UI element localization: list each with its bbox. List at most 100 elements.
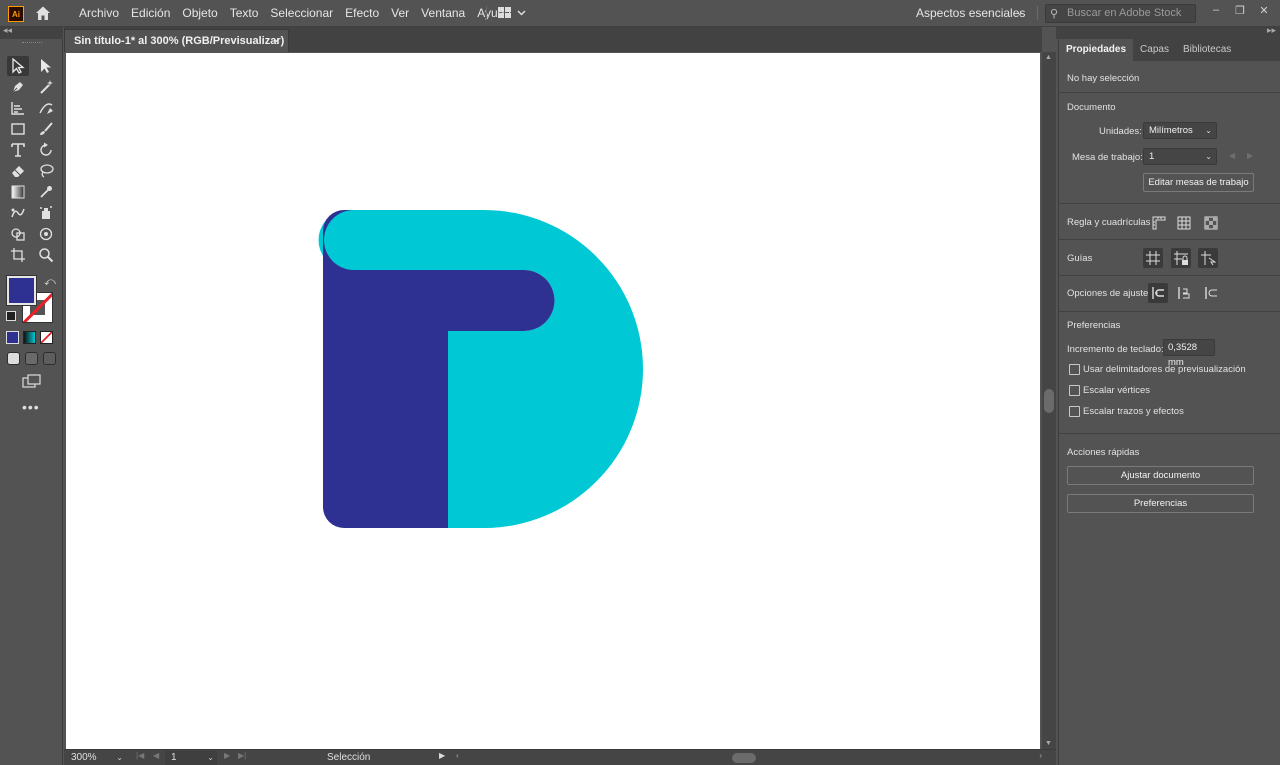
next-artboard-icon[interactable]: ▶ (1247, 151, 1253, 160)
scroll-down-icon[interactable]: ▼ (1045, 740, 1052, 747)
snap-to-pixel-toggle[interactable] (1174, 283, 1194, 303)
menu-ventana[interactable]: Ventana (415, 0, 471, 26)
tab-properties[interactable]: Propiedades (1059, 39, 1134, 61)
document-tab[interactable]: Sin título-1* al 300% (RGB/Previsualizar… (64, 29, 289, 52)
units-select[interactable]: Milímetros ⌄ (1143, 122, 1217, 139)
menu-archivo[interactable]: Archivo (73, 0, 125, 26)
symbol-sprayer-tool[interactable] (35, 203, 57, 223)
snap-to-point-toggle[interactable] (1148, 283, 1168, 303)
artboard[interactable] (66, 53, 1040, 749)
status-menu-icon[interactable]: ▶ (439, 751, 445, 760)
edit-artboards-button[interactable]: Editar mesas de trabajo (1143, 173, 1254, 192)
grid-toggle[interactable] (1174, 213, 1194, 233)
scroll-right-icon[interactable]: › (1039, 751, 1042, 760)
artboard-tool[interactable] (7, 245, 29, 265)
menu-texto[interactable]: Texto (224, 0, 265, 26)
collapse-arrows-icon[interactable]: ▸▸ (1267, 25, 1276, 36)
eyedropper-tool[interactable] (35, 182, 57, 202)
rulers-toggle[interactable] (1149, 213, 1169, 233)
scroll-thumb[interactable] (732, 753, 756, 763)
artboard-select[interactable]: 1 ⌄ (165, 751, 217, 765)
screen-mode-icon[interactable] (22, 374, 42, 388)
stock-search-input[interactable]: ⚲ Buscar en Adobe Stock (1045, 4, 1196, 23)
canvas-area[interactable] (64, 52, 1042, 749)
home-icon[interactable] (34, 4, 52, 22)
draw-behind-icon[interactable] (25, 352, 38, 365)
tab-libraries[interactable]: Bibliotecas (1176, 39, 1238, 61)
draw-normal-icon[interactable] (7, 352, 20, 365)
menu-seleccionar[interactable]: Seleccionar (264, 0, 339, 26)
next-artboard-icon[interactable]: ▶ (224, 751, 230, 760)
horizontal-scrollbar[interactable]: ‹ › (456, 751, 1042, 764)
ruler-icon (1152, 216, 1166, 230)
menu-objeto[interactable]: Objeto (176, 0, 223, 26)
snap-to-grid-toggle[interactable] (1201, 283, 1221, 303)
prev-artboard-icon[interactable]: ◀ (153, 751, 159, 760)
preferences-button[interactable]: Preferencias (1067, 494, 1254, 513)
keyboard-increment-input[interactable]: 0,3528 mm (1163, 339, 1215, 368)
type-on-path-tool[interactable] (7, 98, 29, 118)
rotate-tool[interactable] (35, 140, 57, 160)
fit-document-button[interactable]: Ajustar documento (1067, 466, 1254, 485)
workspace-switcher[interactable]: Aspectos esenciales ⌄ (910, 4, 1030, 22)
blend-icon (11, 208, 25, 218)
transparency-grid-toggle[interactable] (1201, 213, 1221, 233)
transparency-grid-icon (1204, 216, 1218, 230)
swap-fill-stroke-icon[interactable]: ⤺ (44, 276, 56, 289)
gradient-mode-icon[interactable] (23, 331, 36, 344)
menu-efecto[interactable]: Efecto (339, 0, 385, 26)
vertical-scrollbar[interactable]: ▲ ▼ (1042, 52, 1056, 749)
live-paint-tool[interactable] (35, 224, 57, 244)
color-mode-icon[interactable] (6, 331, 19, 344)
scroll-thumb[interactable] (1044, 389, 1054, 413)
type-tool[interactable] (7, 140, 29, 160)
curvature-tool[interactable] (35, 98, 57, 118)
direct-selection-tool[interactable] (35, 56, 57, 76)
close-button[interactable]: ✕ (1252, 0, 1276, 20)
draw-inside-icon[interactable] (43, 352, 56, 365)
scroll-up-icon[interactable]: ▲ (1045, 54, 1052, 61)
menu-ver[interactable]: Ver (385, 0, 415, 26)
paintbrush-tool[interactable] (35, 119, 57, 139)
rectangle-tool[interactable] (7, 119, 29, 139)
first-artboard-icon[interactable]: |◀ (136, 751, 144, 760)
preview-bounds-checkbox[interactable] (1069, 364, 1080, 375)
properties-panel: Propiedades Capas Bibliotecas No hay sel… (1058, 39, 1280, 765)
default-fill-stroke-icon[interactable] (6, 311, 16, 321)
pen-tool[interactable] (7, 77, 29, 97)
lasso-tool[interactable] (35, 161, 57, 181)
panel-header[interactable]: ▸▸ (1056, 25, 1280, 39)
fill-swatch[interactable] (6, 275, 37, 306)
show-guides-toggle[interactable] (1143, 248, 1163, 268)
last-artboard-icon[interactable]: ▶| (238, 751, 246, 760)
blend-tool[interactable] (7, 203, 29, 223)
lock-guides-toggle[interactable] (1171, 248, 1191, 268)
artboard-dropdown[interactable]: 1 ⌄ (1143, 148, 1217, 165)
gradient-tool[interactable] (7, 182, 29, 202)
collapse-arrows-icon[interactable]: ◂◂ (3, 25, 12, 36)
magic-wand-tool[interactable] (35, 77, 57, 97)
artwork[interactable] (66, 53, 1040, 749)
zoom-tool[interactable] (35, 245, 57, 265)
minimize-button[interactable]: – (1204, 0, 1228, 20)
menu-edicion[interactable]: Edición (125, 0, 176, 26)
scroll-left-icon[interactable]: ‹ (456, 751, 459, 760)
smart-guides-toggle[interactable] (1198, 248, 1218, 268)
restore-button[interactable]: ❐ (1228, 0, 1252, 20)
arrange-documents-icon[interactable] (496, 6, 528, 20)
tab-layers[interactable]: Capas (1133, 39, 1176, 61)
shape-builder-tool[interactable] (7, 224, 29, 244)
selection-tool[interactable] (7, 56, 29, 76)
snap-point-icon (1152, 287, 1164, 299)
toolbar-grip[interactable] (22, 42, 42, 44)
scale-corners-checkbox[interactable] (1069, 385, 1080, 396)
scale-strokes-checkbox[interactable] (1069, 406, 1080, 417)
chevron-down-icon: ⌄ (1015, 7, 1024, 18)
eraser-tool[interactable] (7, 161, 29, 181)
edit-toolbar-icon[interactable]: ••• (22, 399, 40, 415)
prev-artboard-icon[interactable]: ◀ (1229, 151, 1235, 160)
none-mode-icon[interactable] (40, 331, 53, 344)
zoom-select[interactable]: 300% ⌄ (66, 751, 126, 765)
toolbar-header[interactable]: ◂◂ (0, 25, 63, 39)
close-icon[interactable]: × (273, 30, 280, 52)
